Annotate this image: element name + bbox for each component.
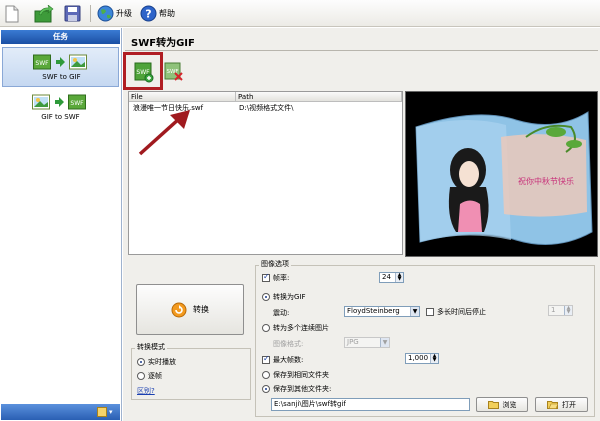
column-header-path[interactable]: Path [236, 92, 402, 102]
image-options-group [255, 265, 595, 417]
path-cell[interactable]: D:\视频格式文件\ [237, 103, 293, 113]
dither-label: 震动: [273, 309, 290, 317]
convert-to-images-radio[interactable]: 转为多个连续图片 [262, 323, 329, 333]
sidebar-footer: ▾ [1, 404, 120, 420]
open-button[interactable] [34, 3, 54, 24]
folder-icon [487, 401, 499, 409]
title-divider [125, 50, 598, 51]
image-file-icon [32, 94, 50, 110]
task-label-gif-to-swf: GIF to SWF [41, 113, 80, 121]
save-same-folder-radio[interactable]: 保存到相同文件夹 [262, 370, 329, 380]
chevron-down-icon[interactable]: ▼ [410, 307, 419, 316]
radio-indicator[interactable] [262, 324, 270, 332]
long-time-stop-checkbox[interactable]: 多长时间后停止 [426, 307, 486, 317]
image-format-select[interactable]: JPG ▼ [344, 337, 390, 348]
open-arrow-icon [34, 4, 54, 22]
output-path-field[interactable]: E:\sanji\图片\swf转gif [271, 398, 470, 411]
chevron-down-icon[interactable]: ▼ [380, 338, 389, 347]
new-file-button[interactable] [4, 3, 20, 24]
frame-rate-checkbox[interactable]: 帧率: [262, 272, 289, 283]
task-swf-to-gif[interactable]: SWF SWF to GIF [2, 47, 119, 87]
max-frames-stepper[interactable]: 1,000 ▲ ▼ [405, 353, 439, 364]
globe-icon [97, 5, 114, 22]
mode-realtime-radio[interactable]: 实时播放 [137, 357, 176, 367]
chevron-down-icon[interactable]: ▾ [109, 408, 117, 416]
checkbox-indicator[interactable] [262, 354, 270, 364]
spinner-arrows-icon[interactable]: ▲ ▼ [430, 354, 438, 363]
toolbar-separator [90, 5, 91, 22]
spinner-arrows-icon[interactable]: ▲ ▼ [395, 273, 403, 282]
svg-text:SWF: SWF [35, 60, 49, 67]
stop-time-stepper[interactable]: 1 ▲ ▼ [548, 305, 573, 316]
image-options-title: 图像选项 [259, 260, 291, 269]
radio-indicator[interactable] [137, 372, 145, 380]
save-button[interactable] [64, 3, 81, 24]
max-frames-checkbox[interactable]: 最大帧数: [262, 354, 303, 365]
spinner-arrows-icon[interactable]: ▲ ▼ [564, 306, 572, 315]
radio-indicator[interactable] [137, 358, 145, 366]
help-question-icon: ? [140, 5, 157, 22]
help-label: 帮助 [159, 9, 175, 18]
svg-text:SWF: SWF [70, 100, 84, 107]
image-file-icon [69, 54, 87, 70]
toolbar: 升级 ? 帮助 [0, 0, 600, 27]
notes-icon[interactable] [97, 407, 107, 417]
upgrade-label: 升级 [116, 9, 132, 18]
checkbox-indicator[interactable] [426, 308, 434, 316]
dither-select[interactable]: FloydSteinberg ▼ [344, 306, 420, 317]
upgrade-button[interactable]: 升级 [97, 3, 132, 24]
convert-to-gif-radio[interactable]: 转换为GIF [262, 292, 306, 302]
task-icons: SWF [33, 54, 93, 70]
save-disk-icon [64, 5, 81, 22]
svg-text:?: ? [145, 8, 151, 21]
right-arrow-icon [55, 97, 64, 107]
task-gif-to-swf[interactable]: SWF GIF to SWF [2, 88, 119, 128]
add-file-button-highlight: SWF [123, 52, 163, 90]
page-title: SWF转为GIF [131, 38, 195, 49]
radio-indicator[interactable] [262, 293, 270, 301]
mode-frame-by-frame-radio[interactable]: 逐帧 [137, 371, 162, 381]
help-button[interactable]: ? 帮助 [140, 3, 175, 24]
radio-indicator[interactable] [262, 371, 270, 379]
mode-group-title: 转换模式 [135, 343, 167, 352]
checkbox-indicator[interactable] [262, 272, 270, 282]
preview-image: 祝你中秋节快乐 [415, 111, 593, 245]
swf-file-icon: SWF [68, 94, 86, 110]
preview-caption: 祝你中秋节快乐 [518, 176, 574, 186]
radio-indicator[interactable] [262, 385, 270, 393]
open-folder-icon [547, 401, 558, 409]
remove-file-button[interactable]: SWF [164, 62, 184, 82]
convert-label: 转换 [193, 305, 209, 314]
sidebar-header: 任务 [1, 30, 120, 44]
annotation-arrow-icon [138, 110, 190, 156]
save-other-folder-radio[interactable]: 保存到其他文件夹: [262, 384, 331, 394]
image-format-label: 图像格式: [273, 340, 304, 348]
open-folder-button[interactable]: 打开 [535, 397, 588, 412]
task-label-swf-to-gif: SWF to GIF [42, 73, 81, 81]
animation-preview: 祝你中秋节快乐 [405, 91, 598, 257]
difference-link[interactable]: 区别? [137, 386, 155, 396]
swf-file-icon: SWF [33, 54, 51, 70]
convert-button[interactable]: 转换 [136, 284, 244, 335]
frame-rate-stepper[interactable]: 24 ▲ ▼ [379, 272, 404, 283]
browse-button[interactable]: 浏览 [476, 397, 528, 412]
new-file-icon [5, 5, 19, 22]
convert-refresh-icon [171, 302, 187, 317]
right-arrow-icon [56, 57, 65, 67]
task-icons: SWF [32, 94, 92, 110]
add-swf-icon[interactable]: SWF [134, 61, 154, 83]
